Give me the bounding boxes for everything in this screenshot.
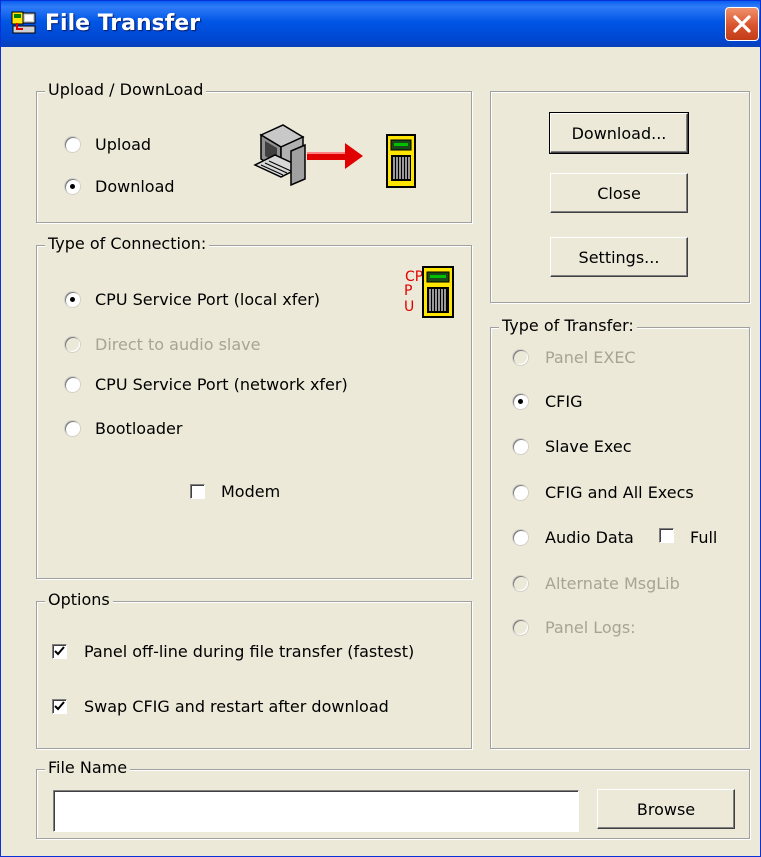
panel-logs-radio[interactable] (513, 620, 528, 635)
cpu-label-p: P (404, 283, 413, 299)
options-legend: Options (45, 590, 113, 609)
direct-to-audio-slave-radio[interactable] (65, 337, 80, 352)
radio-selected-dot (518, 399, 523, 404)
cfig-radio[interactable] (513, 394, 528, 409)
panel-exec-label: Panel EXEC (545, 348, 636, 367)
close-icon (733, 15, 751, 33)
browse-button[interactable]: Browse (597, 789, 735, 829)
options-group: Options (36, 590, 472, 749)
checkmark-icon (54, 701, 65, 711)
panel-offline-checkbox[interactable] (52, 644, 67, 659)
file-transfer-window: File Transfer Upload / DownLoad Upload D… (0, 0, 761, 857)
audio-data-label: Audio Data (545, 528, 634, 547)
title-bar[interactable]: File Transfer (1, 1, 760, 47)
cpu-label-u: U (404, 299, 415, 315)
close-button-label: Close (597, 183, 641, 203)
bootloader-label: Bootloader (95, 419, 183, 438)
download-radio[interactable] (65, 179, 80, 194)
panel-offline-label: Panel off-line during file transfer (fas… (84, 642, 415, 661)
slave-exec-radio[interactable] (513, 439, 528, 454)
modem-checkbox[interactable] (190, 484, 205, 499)
full-label: Full (690, 528, 718, 547)
checkmark-icon (54, 646, 65, 656)
file-name-legend: File Name (45, 758, 131, 777)
direct-to-audio-slave-label: Direct to audio slave (95, 335, 261, 354)
settings-button-label: Settings... (578, 247, 660, 267)
cpu-service-port-network-label: CPU Service Port (network xfer) (95, 375, 348, 394)
slave-exec-label: Slave Exec (545, 437, 632, 456)
radio-selected-dot (70, 297, 75, 302)
cfig-label: CFIG (545, 392, 583, 411)
close-button[interactable]: Close (550, 173, 688, 213)
window-title: File Transfer (45, 11, 201, 36)
browse-button-label: Browse (636, 799, 696, 819)
connection-type-legend: Type of Connection: (45, 234, 210, 253)
close-window-button[interactable] (725, 7, 759, 41)
upload-radio[interactable] (65, 137, 80, 152)
cpu-service-port-local-label: CPU Service Port (local xfer) (95, 290, 321, 309)
cpu-service-port-local-radio[interactable] (65, 292, 80, 307)
cfig-and-all-execs-radio[interactable] (513, 485, 528, 500)
upload-download-legend: Upload / DownLoad (45, 80, 207, 99)
modem-label: Modem (221, 482, 281, 501)
file-name-input[interactable] (53, 790, 579, 832)
pc-to-panel-transfer-icon (253, 121, 419, 193)
swap-cfig-checkbox[interactable] (52, 699, 67, 714)
bootloader-radio[interactable] (65, 421, 80, 436)
cfig-and-all-execs-label: CFIG and All Execs (545, 483, 694, 502)
transfer-type-legend: Type of Transfer: (499, 316, 637, 335)
alternate-msglib-label: Alternate MsgLib (545, 574, 680, 593)
settings-button[interactable]: Settings... (550, 237, 688, 277)
audio-data-radio[interactable] (513, 530, 528, 545)
download-button[interactable]: Download... (549, 112, 689, 154)
full-checkbox[interactable] (659, 528, 674, 543)
download-label: Download (95, 177, 175, 196)
file-transfer-app-icon (11, 11, 37, 35)
panel-logs-label: Panel Logs: (545, 618, 636, 637)
radio-selected-dot (70, 184, 75, 189)
cpu-service-port-network-radio[interactable] (65, 377, 80, 392)
upload-label: Upload (95, 135, 152, 154)
panel-exec-radio[interactable] (513, 350, 528, 365)
swap-cfig-label: Swap CFIG and restart after download (84, 697, 389, 716)
download-button-label: Download... (571, 123, 667, 143)
alternate-msglib-radio[interactable] (513, 576, 528, 591)
